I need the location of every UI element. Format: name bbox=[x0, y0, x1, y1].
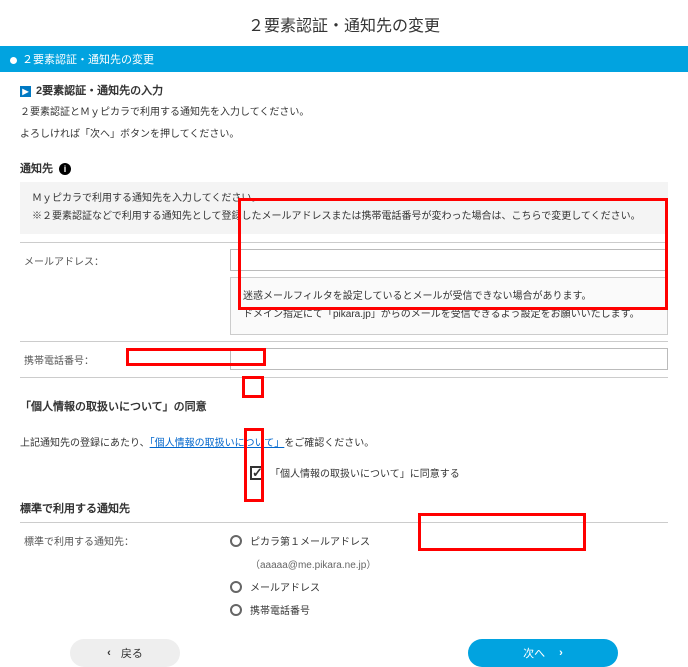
radio-item-pikara-mail[interactable]: ピカラ第１メールアドレス bbox=[230, 529, 668, 552]
privacy-link[interactable]: 「個人情報の取扱いについて」 bbox=[150, 438, 285, 449]
mail-notice-1: 迷惑メールフィルタを設定しているとメールが受信できない場合があります。 bbox=[243, 288, 655, 306]
destination-note-1: Ｍｙピカラで利用する通知先を入力してください。 bbox=[32, 190, 656, 208]
radio-icon bbox=[230, 535, 242, 547]
section-header-text: 2要素認証・通知先の入力 bbox=[36, 85, 163, 97]
next-button[interactable]: 次へ› bbox=[468, 639, 618, 667]
section-header: ▶ 2要素認証・通知先の入力 bbox=[20, 72, 668, 102]
radio-item-mail[interactable]: メールアドレス bbox=[230, 575, 668, 598]
intro-text-2: よろしければ「次へ」ボタンを押してください。 bbox=[20, 124, 668, 146]
phone-label: 携帯電話番号： bbox=[20, 342, 230, 377]
destination-note-2: ※２要素認証などで利用する通知先として登録したメールアドレスまたは携帯電話番号が… bbox=[32, 208, 656, 226]
privacy-line: 上記通知先の登録にあたり、「個人情報の取扱いについて」をご確認ください。 bbox=[20, 420, 668, 459]
intro-text-1: ２要素認証とＭｙピカラで利用する通知先を入力してください。 bbox=[20, 102, 668, 124]
step-banner: ２要素認証・通知先の変更 bbox=[0, 46, 688, 72]
radio-item-pikara-mail-sub: （aaaaa@me.pikara.ne.jp） bbox=[230, 552, 668, 575]
destination-note: Ｍｙピカラで利用する通知先を入力してください。 ※２要素認証などで利用する通知先… bbox=[20, 182, 668, 234]
info-icon[interactable]: i bbox=[59, 163, 71, 175]
destination-header: 通知先i bbox=[20, 146, 668, 182]
consent-label: 「個人情報の取扱いについて」に同意する bbox=[270, 469, 460, 480]
privacy-header: 「個人情報の取扱いについて」の同意 bbox=[20, 388, 668, 420]
page-title: ２要素認証・通知先の変更 bbox=[0, 0, 688, 46]
mail-input[interactable] bbox=[230, 249, 668, 271]
back-button[interactable]: ‹戻る bbox=[70, 639, 180, 667]
radio-item-phone[interactable]: 携帯電話番号 bbox=[230, 598, 668, 621]
radio-icon bbox=[230, 581, 242, 593]
mail-notice-2: ドメイン指定にて「pikara.jp」からのメールを受信できるよう設定をお願いい… bbox=[243, 306, 655, 324]
mail-label: メールアドレス： bbox=[20, 243, 230, 278]
consent-checkbox[interactable] bbox=[250, 466, 264, 480]
phone-input[interactable] bbox=[230, 348, 668, 370]
default-header: 標準で利用する通知先 bbox=[20, 486, 668, 522]
tab-icon: ▶ bbox=[20, 86, 31, 97]
chevron-left-icon: ‹ bbox=[107, 647, 111, 659]
consent-line: 「個人情報の取扱いについて」に同意する bbox=[20, 459, 668, 486]
default-radio-group: ピカラ第１メールアドレス （aaaaa@me.pikara.ne.jp） メール… bbox=[230, 523, 668, 627]
radio-icon bbox=[230, 604, 242, 616]
mail-notice: 迷惑メールフィルタを設定しているとメールが受信できない場合があります。 ドメイン… bbox=[230, 277, 668, 335]
step-banner-text: ２要素認証・通知先の変更 bbox=[22, 54, 154, 66]
chevron-right-icon: › bbox=[559, 647, 563, 659]
dot-icon bbox=[10, 57, 17, 64]
